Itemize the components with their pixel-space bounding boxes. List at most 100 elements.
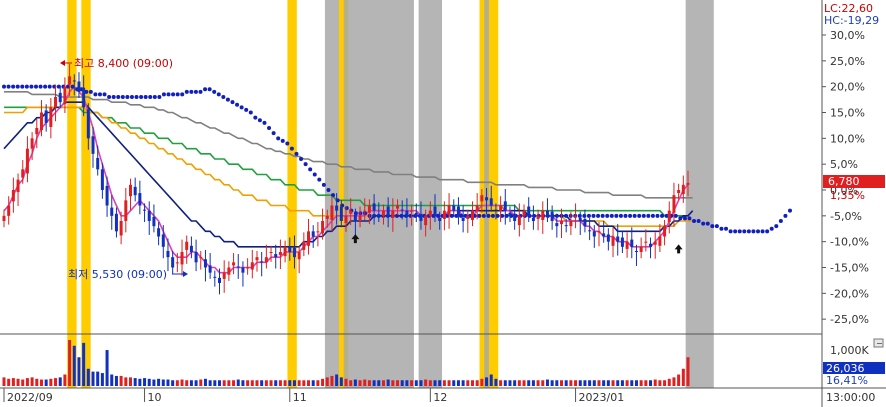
volume-bar — [260, 380, 264, 386]
volume-bar — [119, 375, 123, 386]
candle-body — [302, 241, 306, 250]
sar-dot — [289, 146, 294, 151]
sar-dot — [765, 229, 770, 234]
sar-dot — [212, 89, 217, 94]
candle-body — [114, 213, 118, 232]
candle-body — [180, 252, 184, 265]
sar-dot — [29, 84, 34, 89]
sar-dot — [6, 84, 11, 89]
candle-body — [278, 252, 282, 256]
volume-bar — [232, 380, 236, 386]
volume-bar — [100, 373, 104, 386]
volume-bar — [68, 340, 72, 386]
sar-dot — [161, 92, 166, 97]
sar-dot — [47, 84, 52, 89]
volume-bar — [307, 380, 311, 386]
candle-body — [35, 128, 39, 135]
sar-dot — [486, 213, 491, 218]
candle-body — [569, 221, 573, 227]
candle-body — [517, 215, 521, 226]
sar-dot — [207, 87, 212, 92]
sar-dot — [728, 229, 733, 234]
candle-body — [143, 209, 147, 211]
volume-bar — [644, 380, 648, 386]
candle-body — [335, 205, 339, 211]
sar-dot — [582, 213, 587, 218]
candle-body — [564, 225, 568, 227]
volume-bar — [222, 380, 226, 386]
candle-body — [54, 97, 58, 108]
candle-body — [321, 221, 325, 234]
volume-bar — [82, 342, 86, 386]
sar-dot — [221, 95, 226, 99]
sar-dot — [769, 226, 774, 231]
volume-bar — [161, 379, 165, 386]
y-tick-label: 25,0% — [830, 55, 865, 68]
candle-body — [283, 246, 287, 257]
sar-dot — [43, 84, 48, 89]
sar-dot — [701, 221, 706, 226]
volume-bar — [475, 380, 479, 386]
candle-body — [138, 193, 142, 206]
volume-bar — [274, 380, 278, 386]
volume-bar — [381, 380, 385, 386]
sar-dot — [24, 84, 29, 89]
sar-dot — [152, 95, 157, 99]
candle-body — [545, 210, 549, 216]
price-tag-pct: 1,35% — [830, 189, 865, 202]
sar-dot — [641, 213, 646, 218]
sar-dot — [395, 213, 399, 218]
x-tick-label: 2023/01 — [579, 391, 625, 404]
candle-body — [410, 210, 414, 212]
candle-body — [616, 236, 620, 242]
candle-body — [264, 257, 268, 263]
sar-dot — [477, 213, 482, 218]
candle-body — [82, 87, 86, 108]
volume-bar — [2, 377, 6, 386]
volume-bar — [639, 380, 643, 386]
candle-body — [405, 210, 409, 216]
candle-body — [531, 217, 535, 221]
sar-dot — [157, 95, 162, 99]
candle-body — [625, 241, 629, 249]
candle-body — [119, 221, 123, 236]
candle-body — [428, 210, 432, 216]
volume-bar — [86, 368, 90, 386]
volume-bar — [681, 368, 685, 386]
x-tick-label: 2022/09 — [7, 391, 53, 404]
candle-body — [363, 210, 367, 212]
volume-bar — [470, 380, 474, 386]
x-tick-label: 11 — [293, 391, 307, 404]
sar-dot — [276, 136, 281, 141]
sar-dot — [756, 229, 761, 234]
candle-body — [522, 210, 526, 216]
volume-bar — [536, 380, 540, 386]
sar-dot — [742, 229, 747, 234]
volume-bar — [353, 379, 357, 386]
highlight-band-yellow — [488, 0, 499, 388]
candle-body — [222, 272, 226, 279]
volume-bar — [438, 380, 442, 386]
stock-chart[interactable]: 30,0%25,0%20,0%15,0%10,0%5,0%0,0%-5,0%-1… — [0, 0, 886, 407]
volume-bar — [550, 380, 554, 386]
volume-bar — [625, 380, 629, 386]
candle-body — [344, 215, 348, 224]
candle-body — [681, 184, 685, 195]
sar-dot — [774, 224, 779, 229]
volume-bar — [396, 380, 400, 386]
candle-body — [461, 217, 465, 221]
candle-body — [311, 231, 315, 237]
candle-body — [386, 206, 390, 216]
sar-dot — [180, 92, 185, 97]
candle-body — [419, 213, 423, 221]
candle-body — [250, 262, 254, 270]
sar-dot — [312, 172, 317, 177]
sar-dot — [399, 213, 404, 218]
sar-dot — [97, 92, 102, 97]
candle-body — [574, 215, 578, 217]
sar-dot — [660, 213, 665, 218]
candle-body — [485, 197, 489, 201]
y-tick-label: -5,0% — [830, 210, 862, 223]
volume-bar — [54, 378, 58, 386]
sar-dot — [230, 100, 235, 105]
